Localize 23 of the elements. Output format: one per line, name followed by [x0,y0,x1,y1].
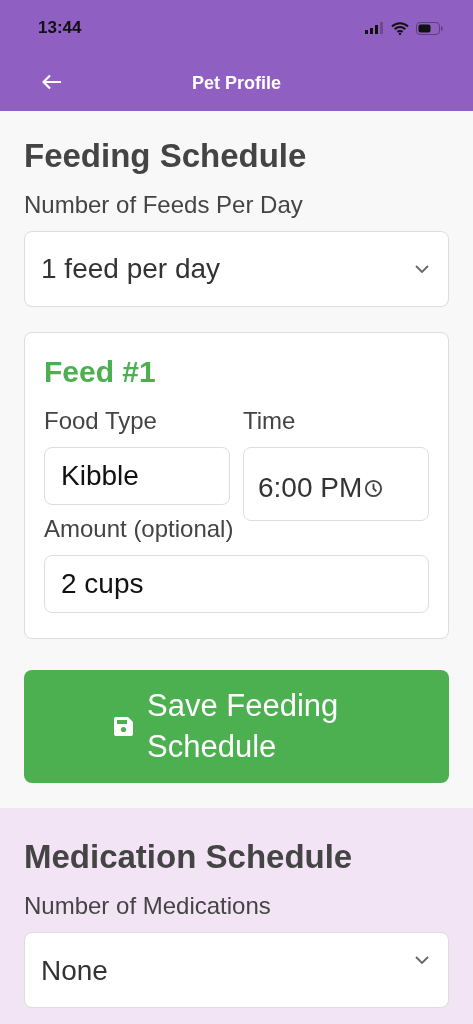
feeds-dropdown[interactable]: 1 feed per day [24,231,449,307]
status-time: 13:44 [38,18,82,38]
battery-icon [416,21,443,35]
medications-dropdown[interactable]: None [24,932,449,1008]
wifi-icon [391,21,409,35]
field-label: Food Type [44,407,158,435]
field-label: Amount (optional) [44,515,235,543]
signal-icon [365,22,384,34]
page-title: Pet Profile [192,73,281,94]
save-icon [114,717,133,736]
field-label: Number of Medications [24,892,272,920]
field-label: Number of Feeds Per Day [24,191,304,219]
clock-icon [364,478,384,498]
field-label: Time [243,407,297,435]
chevron-down-icon [414,264,430,274]
time-field[interactable]: 6:00 PM [243,447,429,521]
section-title: Medication Schedule [24,838,354,876]
food-type-field[interactable]: Kibble [44,447,230,505]
chevron-down-icon [414,955,430,965]
amount-field[interactable]: 2 cups [44,555,429,613]
back-arrow-icon [42,74,62,90]
section-title: Feeding Schedule [24,137,308,175]
feed-title: Feed #1 [44,355,157,389]
